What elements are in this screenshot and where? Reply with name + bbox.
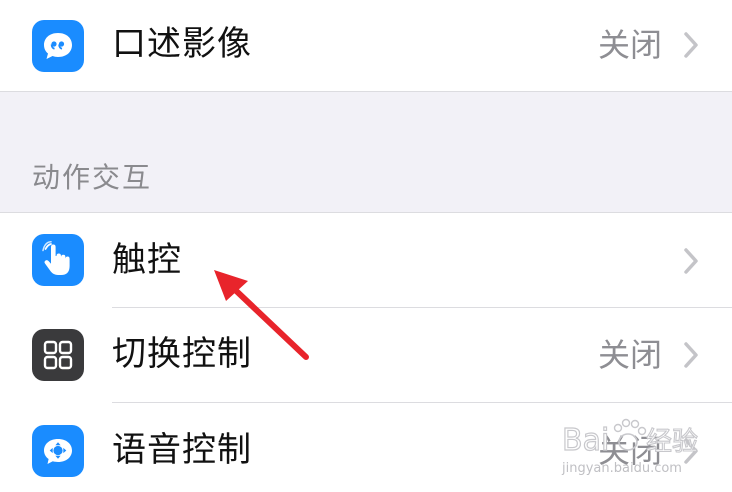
row-audio-description[interactable]: 口述影像 关闭 [0, 0, 732, 94]
voice-control-icon [32, 425, 84, 477]
audio-description-value: 关闭 [597, 26, 662, 64]
row-touch[interactable]: 触控 [0, 213, 732, 307]
touch-label: 触控 [112, 240, 182, 280]
section-header-interaction: 动作交互 [32, 161, 153, 194]
red-annotation-arrow [214, 270, 309, 360]
watermark-main-text: Bai [562, 423, 609, 458]
watermark-sub-text: 经验 [646, 427, 698, 457]
chevron-right-icon [684, 248, 698, 274]
accessibility-settings-page: 口述影像 关闭 动作交互 触控 切换控制 关闭 语音控制 关闭 Bai 经验 j… [0, 0, 732, 492]
chevron-right-icon [684, 342, 698, 368]
touch-hand-icon [32, 234, 84, 286]
speech-bubble-icon [32, 20, 84, 72]
baidu-jingyan-watermark: Bai 经验 jingyan.baidu.com [561, 418, 699, 476]
switch-grid-icon [32, 329, 84, 381]
top-settings-group: 口述影像 关闭 [0, 0, 732, 92]
audio-description-label: 口述影像 [112, 24, 252, 64]
chevron-right-icon [684, 32, 698, 58]
row-switch-control[interactable]: 切换控制 关闭 [0, 308, 732, 402]
switch-control-value: 关闭 [597, 336, 662, 374]
voice-control-label: 语音控制 [112, 430, 252, 470]
paw-icon [613, 418, 647, 451]
watermark-url-text: jingyan.baidu.com [561, 461, 682, 476]
